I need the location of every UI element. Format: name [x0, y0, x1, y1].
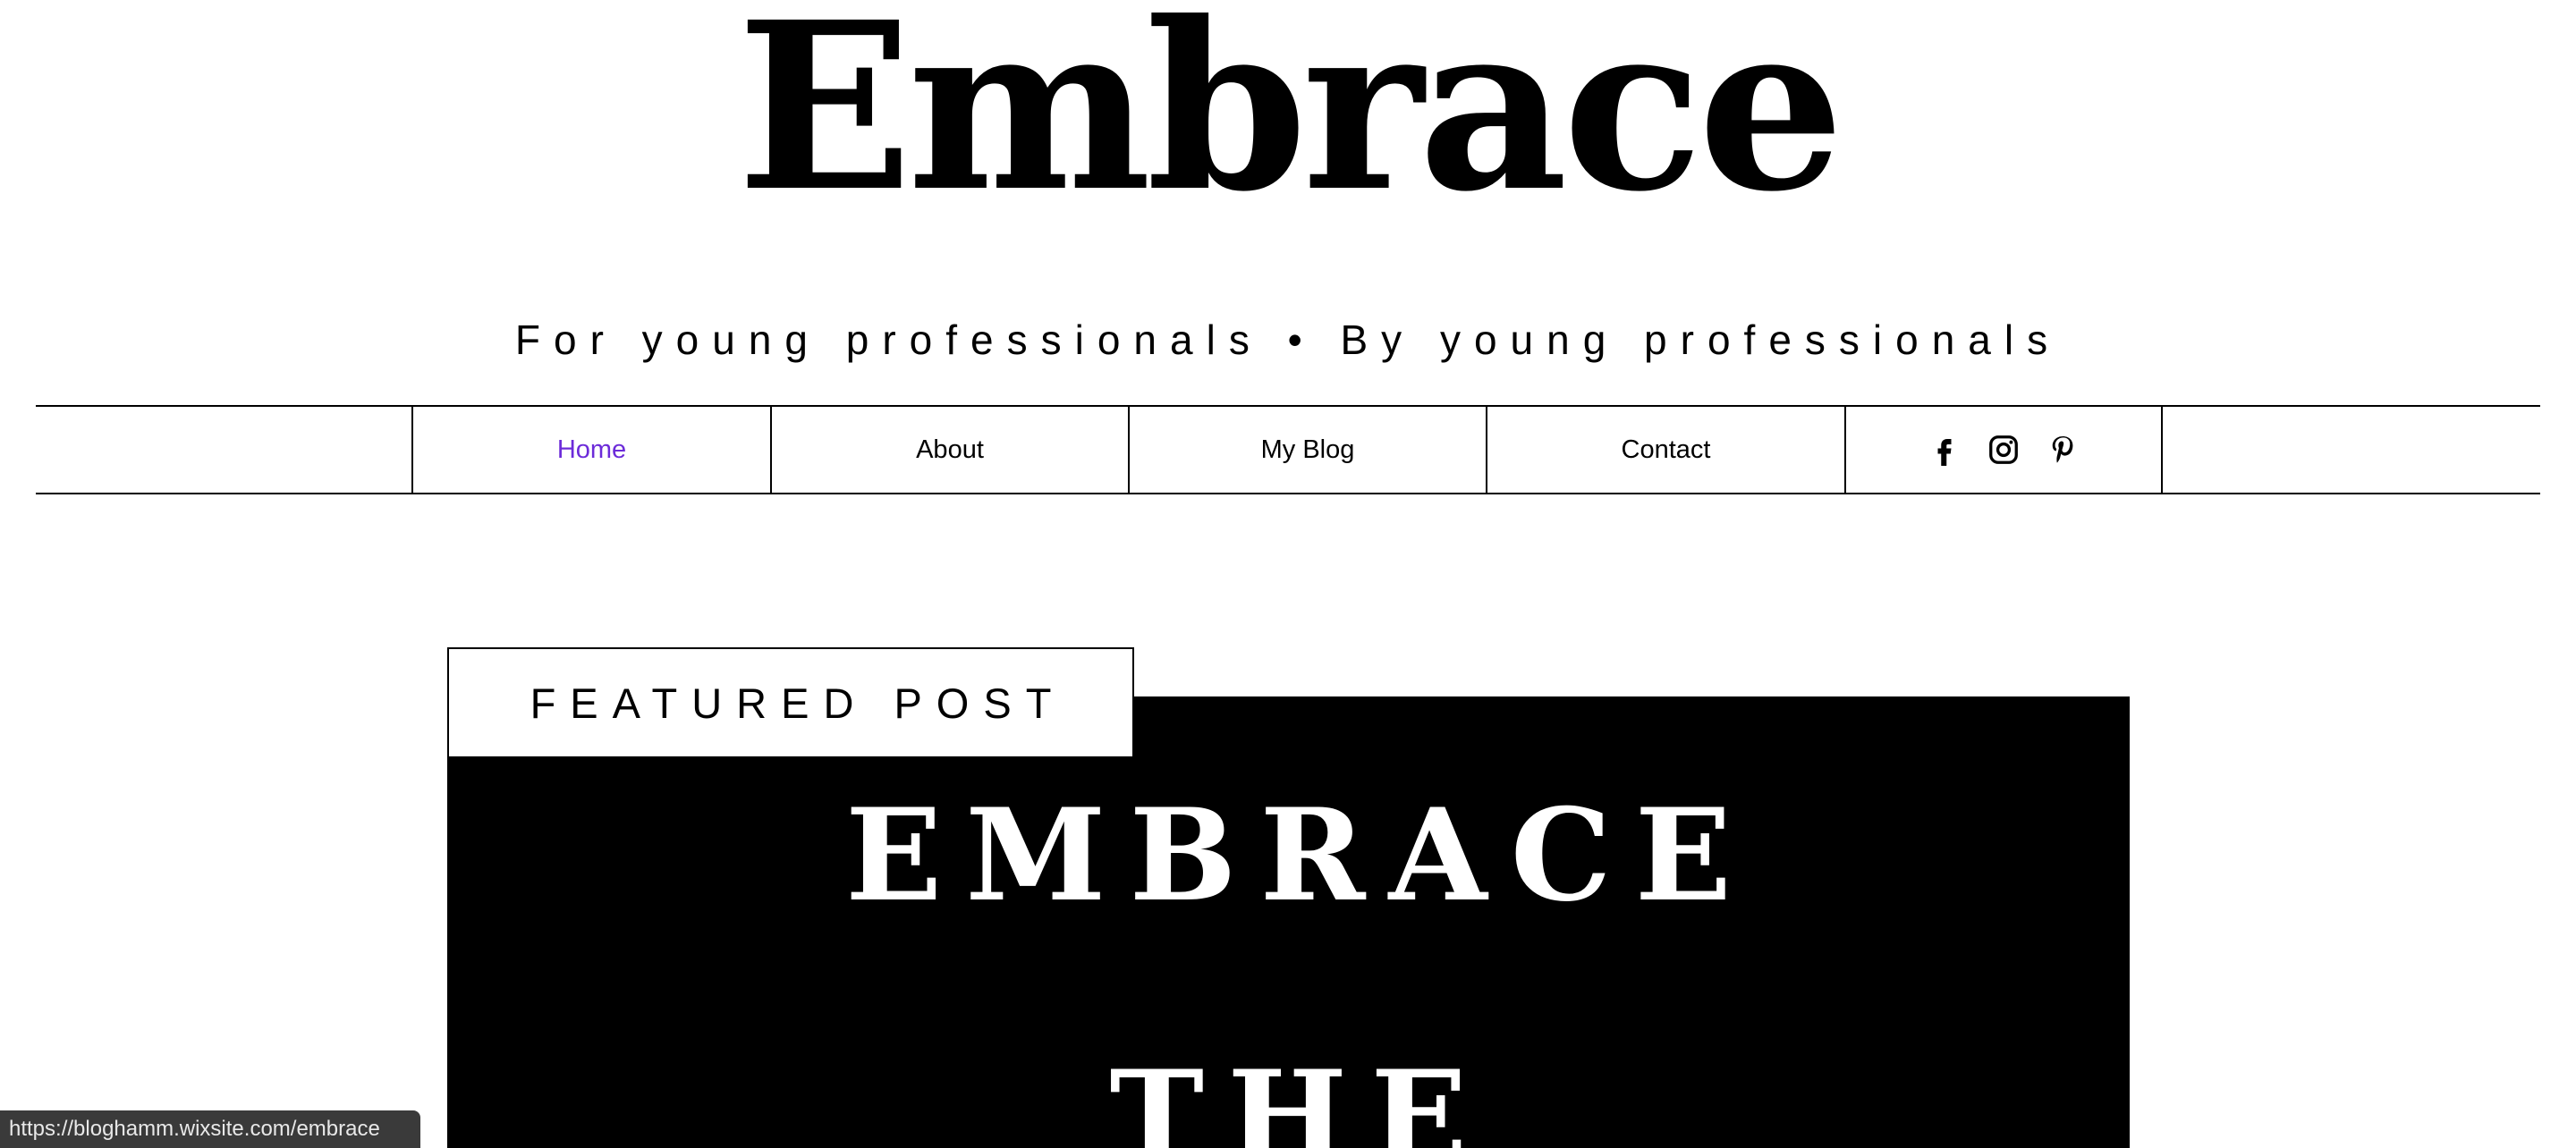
instagram-icon[interactable]	[1986, 432, 2021, 468]
nav-item-about[interactable]: About	[770, 405, 1128, 494]
nav-item-home[interactable]: Home	[411, 405, 770, 494]
pinterest-icon[interactable]	[2045, 432, 2080, 468]
facebook-icon[interactable]	[1927, 432, 1962, 468]
main-navigation: Home About My Blog Contact	[411, 405, 2163, 494]
featured-post-label-box: FEATURED POST	[447, 647, 1134, 758]
site-tagline: For young professionals • By young profe…	[514, 317, 2062, 363]
featured-image-text-line2: THE	[1109, 1043, 1491, 1148]
nav-item-my-blog[interactable]: My Blog	[1128, 405, 1486, 494]
featured-post-label: FEATURED POST	[530, 679, 1066, 727]
page: Embrace For young professionals • By you…	[0, 0, 2576, 1148]
nav-item-contact[interactable]: Contact	[1486, 405, 1844, 494]
site-title[interactable]: Embrace	[0, 0, 2576, 234]
social-bar	[1844, 405, 2163, 494]
featured-image-text-line1: EMBRACE	[845, 781, 1755, 930]
featured-post-image[interactable]: EMBRACE THE	[447, 696, 2130, 1148]
browser-status-bar: https://bloghamm.wixsite.com/embrace	[0, 1110, 420, 1148]
